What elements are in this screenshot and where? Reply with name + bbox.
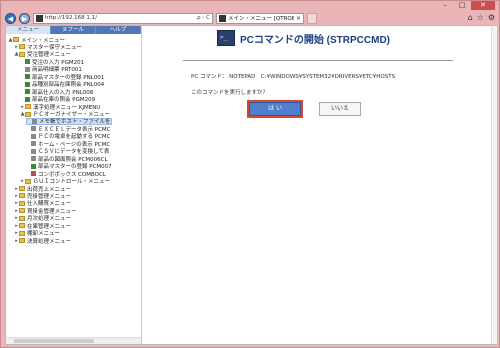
folder-icon <box>19 223 25 229</box>
folder-icon <box>19 215 25 221</box>
folder-icon <box>19 200 25 206</box>
program-icon <box>25 89 30 95</box>
tab-title: メイン・メニュー [QTROBJ /M... <box>228 16 294 22</box>
tree-folder-item[interactable]: ▲ 受注管理メニュー <box>14 51 71 58</box>
tree-program-item[interactable]: ＣＳＶにデータを変換して表 <box>26 148 109 155</box>
back-button[interactable]: ◀ <box>5 12 16 24</box>
tree-folder-item[interactable]: ▸ 仕入購買メニュー <box>14 200 71 207</box>
tree-program-item[interactable]: ＰＣの電卓を起動する PCMC <box>26 133 111 140</box>
tree-program-item[interactable]: 部品在庫の照会 PGM209 <box>20 96 95 103</box>
close-icon[interactable]: ✕ <box>471 1 495 10</box>
tree-folder-item[interactable]: ▸ マスター保守メニュー <box>14 43 82 51</box>
folder-icon <box>25 178 31 184</box>
program-icon <box>31 148 36 154</box>
tab-close-icon[interactable]: × <box>296 15 301 22</box>
folder-icon <box>19 208 25 214</box>
tree-program-item[interactable]: 商品明細票 PRT001 <box>20 66 82 73</box>
maximize-icon[interactable]: □ <box>454 1 470 10</box>
menu-tree: ▲ メイン・メニュー ▸ マスター保守メニュー ▲ 受注管理メニュー 受注の入力 PGM20… <box>6 35 141 335</box>
scrollbar-thumb[interactable] <box>14 339 94 343</box>
folder-icon <box>19 193 25 199</box>
tree-program-item[interactable]: メモ帳でホスト・ファイルを <box>26 117 112 125</box>
folder-icon <box>19 230 25 236</box>
tree-folder-item[interactable]: ▲ ＰＣオーガナイザー・メニュー <box>20 111 110 118</box>
tree-program-item[interactable]: 受注の入力 PGM201 <box>20 58 84 66</box>
command-prompt-icon <box>217 30 235 46</box>
new-tab-button[interactable] <box>307 12 317 24</box>
tree-folder-item[interactable]: ▸ 棚卸メニュー <box>14 230 60 237</box>
menu-pane: メニュー ヌフール ヘルプ ▲ メイン・メニュー ▸ マスター保守メニュー ▲ 受注管理メ… <box>6 26 142 344</box>
page-content: メニュー ヌフール ヘルプ ▲ メイン・メニュー ▸ マスター保守メニュー ▲ 受注管理メ… <box>5 25 497 345</box>
page-title: PCコマンドの開始 (STRPCCMD) <box>240 34 390 46</box>
tree-folder-item[interactable]: ▸ 月次処理メニュー <box>14 215 71 222</box>
browser-tab[interactable]: メイン・メニュー [QTROBJ /M... × <box>216 12 304 24</box>
tree-program-item[interactable]: 部品マスターの登録 PNL001 <box>20 73 104 81</box>
star-icon[interactable]: ☆ <box>477 13 484 23</box>
tree-folder-item[interactable]: ▸ 売掛管理メニュー <box>14 192 71 200</box>
tree-item-label: 決算処理メニュー <box>27 238 72 245</box>
confirm-question: このコマンドを実行しますか？ <box>191 90 269 96</box>
tab-menu[interactable]: メニュー <box>6 26 51 34</box>
window-controls: – □ ✕ <box>437 1 495 10</box>
folder-icon <box>13 37 19 42</box>
folder-icon <box>25 111 31 117</box>
program-icon <box>31 163 36 169</box>
tree-folder-item[interactable]: ▸ 在庫管理メニュー <box>14 222 71 230</box>
program-icon <box>31 171 36 177</box>
program-icon <box>31 133 36 139</box>
folder-icon <box>19 238 25 244</box>
tree-program-item[interactable]: 部品マスターの登録 PCM007 <box>26 163 112 170</box>
program-icon <box>32 118 37 124</box>
folder-icon <box>19 186 25 191</box>
tree-folder-item[interactable]: ▸ 買掛金管理メニュー <box>14 207 76 215</box>
program-icon <box>31 141 36 147</box>
command-text: PC コマンド： NOTEPAD C:¥WINDOWS¥SYSTEM32¥DRI… <box>191 74 396 80</box>
yes-button[interactable]: は い <box>249 102 301 116</box>
site-favicon-icon <box>36 14 43 22</box>
tree-folder-item[interactable]: ▸ 出荷売上メニュー <box>14 185 71 193</box>
tree-program-item[interactable]: ホーム・ページの表示 PCMC <box>26 140 110 148</box>
vertical-scrollbar[interactable] <box>491 26 497 344</box>
tree-folder-item[interactable]: ▸ 決算処理メニュー <box>14 237 72 245</box>
program-icon <box>25 96 30 102</box>
home-icon[interactable]: ⌂ <box>468 13 473 23</box>
tree-program-item[interactable]: 品種別部品在庫照会 PNL004 <box>20 81 104 88</box>
tree-program-item[interactable]: ＥＸＣＥＬデータ表示 PCMC <box>26 125 111 133</box>
page-header: PCコマンドの開始 (STRPCCMD) <box>217 30 390 46</box>
program-icon <box>25 74 30 80</box>
program-icon <box>25 81 30 87</box>
tree-program-item[interactable]: 部品仕入の入力 PNL008 <box>20 88 93 96</box>
menu-tabs: メニュー ヌフール ヘルプ <box>6 26 141 34</box>
address-controls[interactable]: ρ - C <box>197 15 210 21</box>
forward-button[interactable]: ▶ <box>19 12 30 24</box>
browser-toolbar-icons: ⌂ ☆ ⚙ <box>468 13 495 23</box>
folder-icon <box>25 104 31 110</box>
tree-program-item[interactable]: コンボボックス COMBOCL <box>26 170 106 178</box>
tab-tools[interactable]: ヌフール <box>51 26 96 34</box>
program-icon <box>25 66 30 72</box>
minimize-icon[interactable]: – <box>437 1 453 10</box>
address-bar[interactable]: http://192.168.1.1/ ρ - C <box>33 12 213 24</box>
horizontal-scrollbar[interactable] <box>6 337 141 344</box>
url-text[interactable]: http://192.168.1.1/ <box>45 15 195 21</box>
browser-window: – □ ✕ ◀ ▶ http://192.168.1.1/ ρ - C メイン・… <box>0 0 500 348</box>
folder-icon <box>19 44 25 50</box>
tab-help[interactable]: ヘルプ <box>96 26 141 34</box>
tree-folder-item[interactable]: ▸ ＧＵＩコントロール・メニュー <box>20 178 110 185</box>
navigation-bar: ◀ ▶ http://192.168.1.1/ ρ - C メイン・メニュー [… <box>1 11 500 25</box>
gear-icon[interactable]: ⚙ <box>488 13 495 23</box>
tree-folder-item[interactable]: ▸ 漢字処理メニュー KJMENU <box>20 103 100 111</box>
folder-icon <box>19 51 25 57</box>
program-icon <box>25 59 30 65</box>
title-bar: – □ ✕ <box>1 1 500 11</box>
no-button[interactable]: いいえ <box>319 102 361 116</box>
main-pane: PCコマンドの開始 (STRPCCMD) PC コマンド： NOTEPAD C:… <box>143 26 497 344</box>
program-icon <box>31 156 36 162</box>
tree-program-item[interactable]: 部品の図面照会 PCM006CL <box>26 155 108 163</box>
tree-folder-item[interactable]: ▲ メイン・メニュー <box>8 36 65 44</box>
tab-favicon-icon <box>219 14 226 22</box>
program-icon <box>31 126 36 132</box>
divider <box>183 60 453 61</box>
